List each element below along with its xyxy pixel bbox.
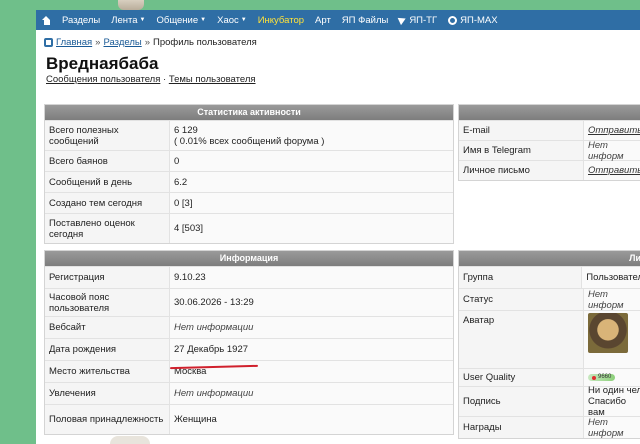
nav-item-files[interactable]: ЯП Файлы (342, 15, 389, 26)
breadcrumb: Главная » Разделы » Профиль пользователя (44, 37, 257, 48)
table-row: Половая принадлежность Женщина (45, 404, 453, 434)
user-topics-link[interactable]: Темы пользователя (169, 74, 256, 85)
breadcrumb-current: Профиль пользователя (153, 37, 257, 48)
breadcrumb-sections-link[interactable]: Разделы (103, 37, 141, 48)
table-row: Подпись Ни один чел Спасибо вам (459, 385, 640, 418)
profile-links: Сообщения пользователя · Темы пользовате… (46, 74, 256, 85)
top-navigation: Разделы Лента ▼ Общение ▼ Хаос ▼ Инкубатор … (36, 10, 640, 30)
personal-panel: Ли Группа Пользовател Статус Нет информ … (458, 250, 640, 439)
table-row: Статус Нет информ (459, 288, 640, 311)
info-panel: Информация Регистрация 9.10.23 Часовой п… (44, 250, 454, 435)
table-row: Аватар (459, 310, 640, 368)
quality-dot-icon (592, 375, 596, 380)
table-row: Всего баянов 0 (45, 150, 453, 171)
panel-header: Информация (45, 251, 453, 266)
caret-down-icon: ▼ (139, 17, 146, 23)
send-pm-link[interactable]: Отправить (588, 165, 640, 176)
table-row: Личное письмо Отправить (459, 160, 640, 180)
table-row: Вебсайт Нет информации (45, 316, 453, 338)
nav-home[interactable] (42, 15, 51, 25)
table-row: User Quality 9660 (459, 368, 640, 386)
nav-item-tg[interactable]: ЯП-ТГ (397, 14, 437, 26)
decorative-figure-bottom (110, 436, 150, 444)
table-row: Имя в Telegram Нет информ (459, 140, 640, 162)
contacts-panel: E-mail Отправить Имя в Telegram Нет инфо… (458, 104, 640, 181)
user-messages-link[interactable]: Сообщения пользователя (46, 74, 160, 85)
breadcrumb-home-icon (44, 38, 53, 47)
table-row: Часовой пояс пользователя 30.06.2026 - 1… (45, 288, 453, 316)
table-row: Место жительства Москва (45, 360, 453, 382)
table-row: Поставлено оценок сегодня 4 [503] (45, 213, 453, 243)
user-quality-badge: 9660 (588, 374, 616, 381)
panel-header: Ли (459, 251, 640, 266)
panel-header (459, 105, 640, 120)
breadcrumb-home-link[interactable]: Главная (56, 37, 92, 48)
table-row: Сообщений в день 6.2 (45, 171, 453, 192)
nav-item-incubator[interactable]: Инкубатор (258, 15, 304, 26)
birth-date-value: 27 Декабрь 1927 (170, 339, 453, 360)
table-row: Группа Пользовател (459, 266, 640, 288)
decorative-figure-top (118, 0, 144, 10)
table-row: Всего полезных сообщений 6 129( 0.01% вс… (45, 120, 453, 150)
avatar (588, 313, 628, 353)
panel-header: Статистика активности (45, 105, 453, 120)
table-row: Награды Нет информ (459, 416, 640, 439)
table-row: E-mail Отправить (459, 120, 640, 140)
nav-item-chaos[interactable]: Хаос ▼ (217, 15, 247, 26)
home-icon (42, 15, 51, 25)
table-row: Увлечения Нет информации (45, 382, 453, 404)
nav-item-feed[interactable]: Лента ▼ (111, 15, 145, 26)
table-row: Регистрация 9.10.23 (45, 266, 453, 288)
activity-stats-panel: Статистика активности Всего полезных соо… (44, 104, 454, 244)
telegram-icon (397, 14, 408, 26)
nav-item-communication[interactable]: Общение ▼ (156, 15, 206, 26)
page-title: Вреднаябаба (46, 54, 159, 73)
send-email-link[interactable]: Отправить (588, 125, 640, 136)
caret-down-icon: ▼ (200, 17, 207, 23)
table-row: Дата рождения 27 Декабрь 1927 (45, 338, 453, 360)
caret-down-icon: ▼ (240, 17, 247, 23)
nav-item-max[interactable]: ЯП-MAX (448, 15, 498, 26)
profile-page: Разделы Лента ▼ Общение ▼ Хаос ▼ Инкубатор … (36, 10, 640, 444)
nav-item-art[interactable]: Арт (315, 15, 331, 26)
nav-item-sections[interactable]: Разделы (62, 15, 100, 26)
max-icon (448, 15, 458, 25)
table-row: Создано тем сегодня 0 [3] (45, 192, 453, 213)
